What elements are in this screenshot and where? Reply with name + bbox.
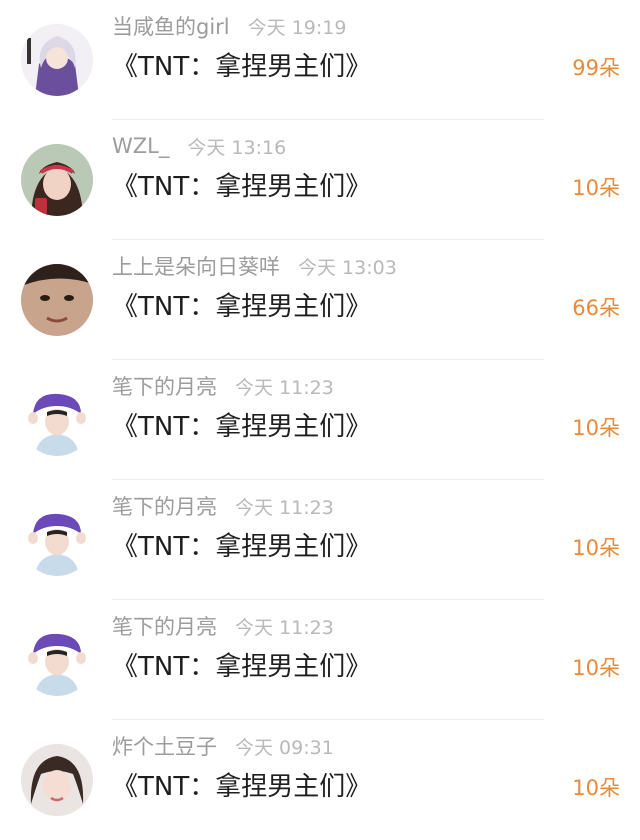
username[interactable]: 笔下的月亮 [112, 371, 217, 401]
username[interactable]: 笔下的月亮 [112, 611, 217, 641]
gift-record-list: 当咸鱼的girl 今天 19:19 《TNT：拿捏男主们》 99朵 WZL_ 今… [0, 0, 640, 840]
list-item[interactable]: 笔下的月亮 今天 11:23 《TNT：拿捏男主们》 10朵 [0, 360, 640, 480]
book-title[interactable]: 《TNT：拿捏男主们》 [112, 286, 371, 323]
flower-count: 10朵 [572, 776, 620, 800]
flower-count: 10朵 [572, 656, 620, 680]
timestamp: 今天 09:31 [235, 736, 334, 759]
timestamp: 今天 11:23 [235, 616, 334, 639]
timestamp: 今天 13:16 [187, 136, 287, 159]
username[interactable]: 笔下的月亮 [112, 491, 217, 521]
list-item[interactable]: WZL_ 今天 13:16 《TNT：拿捏男主们》 10朵 [0, 120, 640, 240]
girl-short-hair-avatar[interactable] [21, 744, 93, 816]
book-title[interactable]: 《TNT：拿捏男主们》 [112, 526, 371, 563]
record-meta: 上上是朵向日葵咩 今天 13:03 [112, 250, 397, 282]
record-meta: 笔下的月亮 今天 11:23 [112, 370, 334, 402]
record-meta: 笔下的月亮 今天 11:23 [112, 490, 334, 522]
list-item[interactable]: 当咸鱼的girl 今天 19:19 《TNT：拿捏男主们》 99朵 [0, 0, 640, 120]
username[interactable]: 上上是朵向日葵咩 [112, 251, 280, 281]
flower-count: 10朵 [572, 416, 620, 440]
boy-purple-hat-avatar[interactable] [21, 384, 93, 456]
boy-purple-hat-avatar[interactable] [21, 624, 93, 696]
book-title[interactable]: 《TNT：拿捏男主们》 [112, 406, 371, 443]
list-item[interactable]: 笔下的月亮 今天 11:23 《TNT：拿捏男主们》 10朵 [0, 600, 640, 720]
timestamp: 今天 11:23 [235, 376, 334, 399]
username[interactable]: 炸个土豆子 [112, 731, 217, 761]
anime-girl-avatar[interactable] [21, 24, 93, 96]
timestamp: 今天 11:23 [235, 496, 334, 519]
flower-count: 99朵 [572, 56, 620, 80]
record-meta: WZL_ 今天 13:16 [112, 130, 286, 162]
flower-count: 10朵 [572, 536, 620, 560]
username[interactable]: 当咸鱼的girl [112, 11, 230, 41]
record-meta: 笔下的月亮 今天 11:23 [112, 610, 334, 642]
book-title[interactable]: 《TNT：拿捏男主们》 [112, 646, 371, 683]
face-closeup-avatar[interactable] [21, 264, 93, 336]
boy-purple-hat-avatar[interactable] [21, 504, 93, 576]
username[interactable]: WZL_ [112, 134, 169, 158]
girl-headband-avatar[interactable] [21, 144, 93, 216]
timestamp: 今天 13:03 [298, 256, 397, 279]
flower-count: 66朵 [572, 296, 620, 320]
book-title[interactable]: 《TNT：拿捏男主们》 [112, 766, 371, 803]
flower-count: 10朵 [572, 176, 620, 200]
list-item[interactable]: 上上是朵向日葵咩 今天 13:03 《TNT：拿捏男主们》 66朵 [0, 240, 640, 360]
timestamp: 今天 19:19 [247, 16, 347, 39]
record-meta: 当咸鱼的girl 今天 19:19 [112, 10, 346, 42]
list-item[interactable]: 笔下的月亮 今天 11:23 《TNT：拿捏男主们》 10朵 [0, 480, 640, 600]
record-meta: 炸个土豆子 今天 09:31 [112, 730, 334, 762]
book-title[interactable]: 《TNT：拿捏男主们》 [112, 46, 371, 83]
book-title[interactable]: 《TNT：拿捏男主们》 [112, 166, 371, 203]
list-item[interactable]: 炸个土豆子 今天 09:31 《TNT：拿捏男主们》 10朵 [0, 720, 640, 840]
